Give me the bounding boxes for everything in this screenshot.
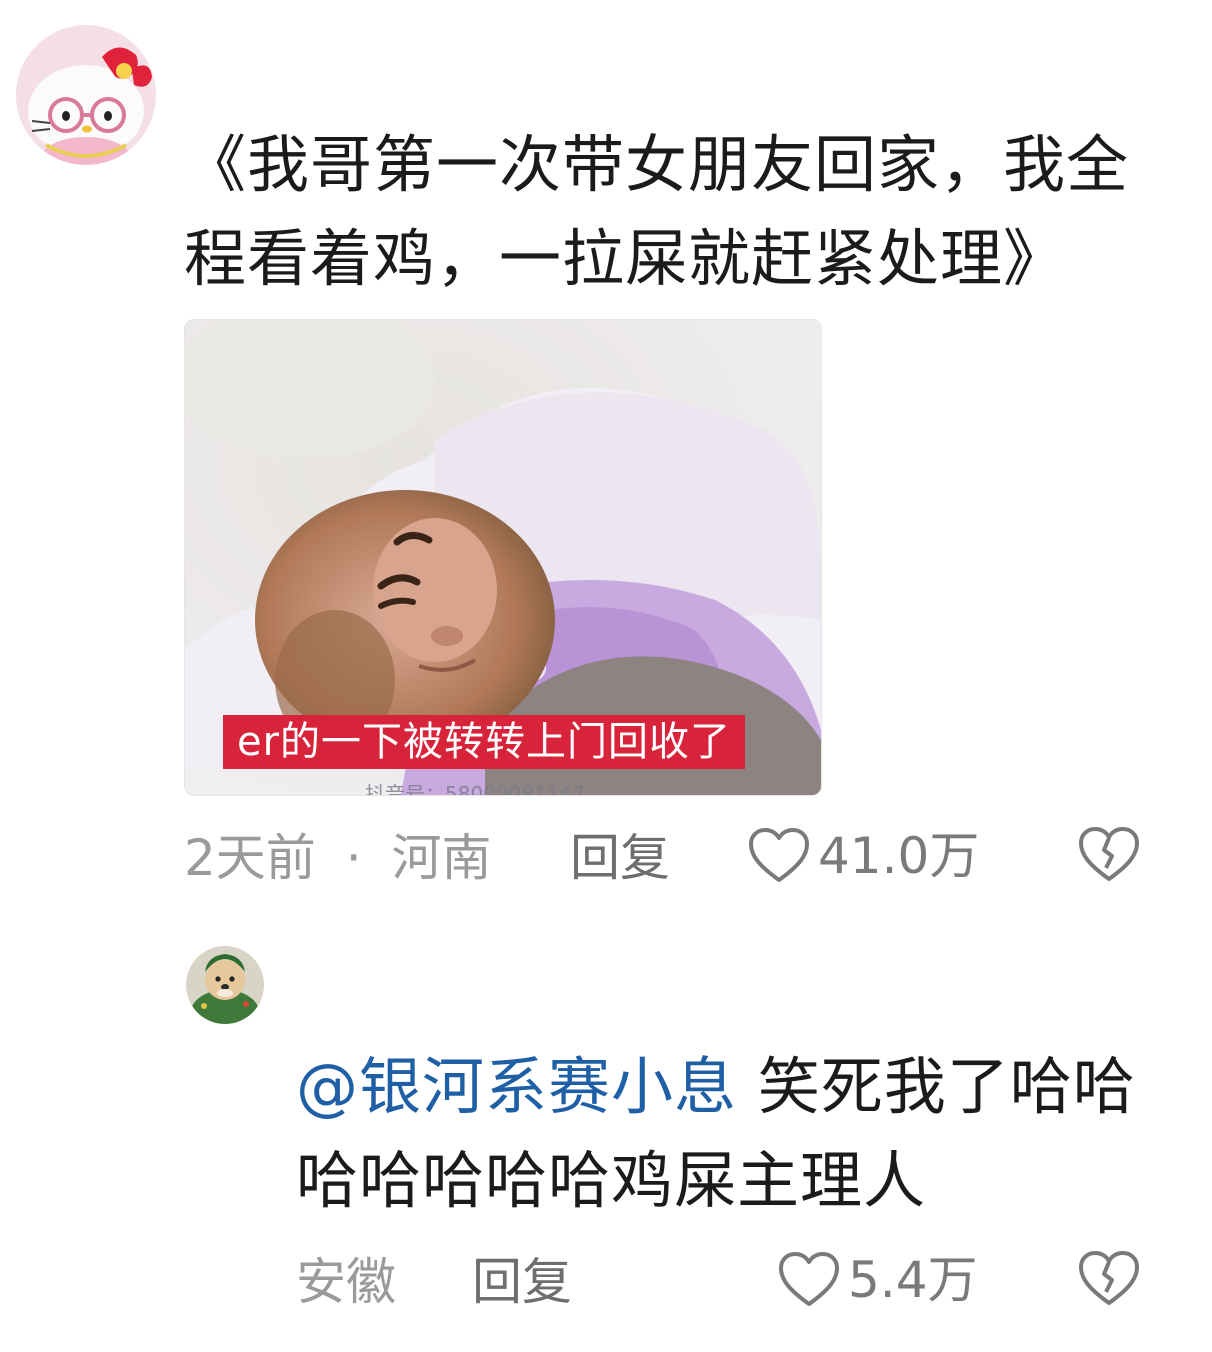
like-button[interactable]: 41.0万 [748,826,979,886]
avatar[interactable] [186,946,264,1024]
reply-button[interactable]: 回复 [570,828,670,888]
heart-icon [779,1252,839,1306]
avatar[interactable] [16,25,156,165]
timestamp: 2天前 [184,829,316,887]
meta-separator: · [345,829,362,887]
reply-text: @银河系赛小息 笑死我了哈哈哈哈哈哈哈鸡屎主理人 [296,1040,1156,1228]
like-count: 41.0万 [818,827,980,885]
reply-button[interactable]: 回复 [472,1252,572,1312]
location: 安徽 [296,1253,396,1311]
like-button[interactable]: 5.4万 [778,1250,978,1310]
mention-link[interactable]: @银河系赛小息 [296,1050,737,1123]
like-count: 5.4万 [848,1251,978,1309]
shiba-avatar-image [186,946,264,1024]
heart-icon [749,828,809,882]
watermark: 抖音号：58000081147 [365,782,585,796]
hello-kitty-avatar-image [16,25,156,165]
dislike-button[interactable] [1078,826,1140,888]
comment-meta: 2天前 · 河南 [184,828,492,888]
broken-heart-icon [1079,827,1139,881]
video-subtitle: er的一下被转转上门回收了 [223,715,746,769]
broken-heart-icon [1079,1251,1139,1305]
dislike-button[interactable] [1078,1250,1140,1312]
comment-image[interactable]: er的一下被转转上门回收了 抖音号：58000081147 [184,319,822,796]
comment-text: 《我哥第一次带女朋友回家，我全程看着鸡，一拉屎就赶紧处理》 [184,128,1130,295]
location: 河南 [391,829,492,887]
